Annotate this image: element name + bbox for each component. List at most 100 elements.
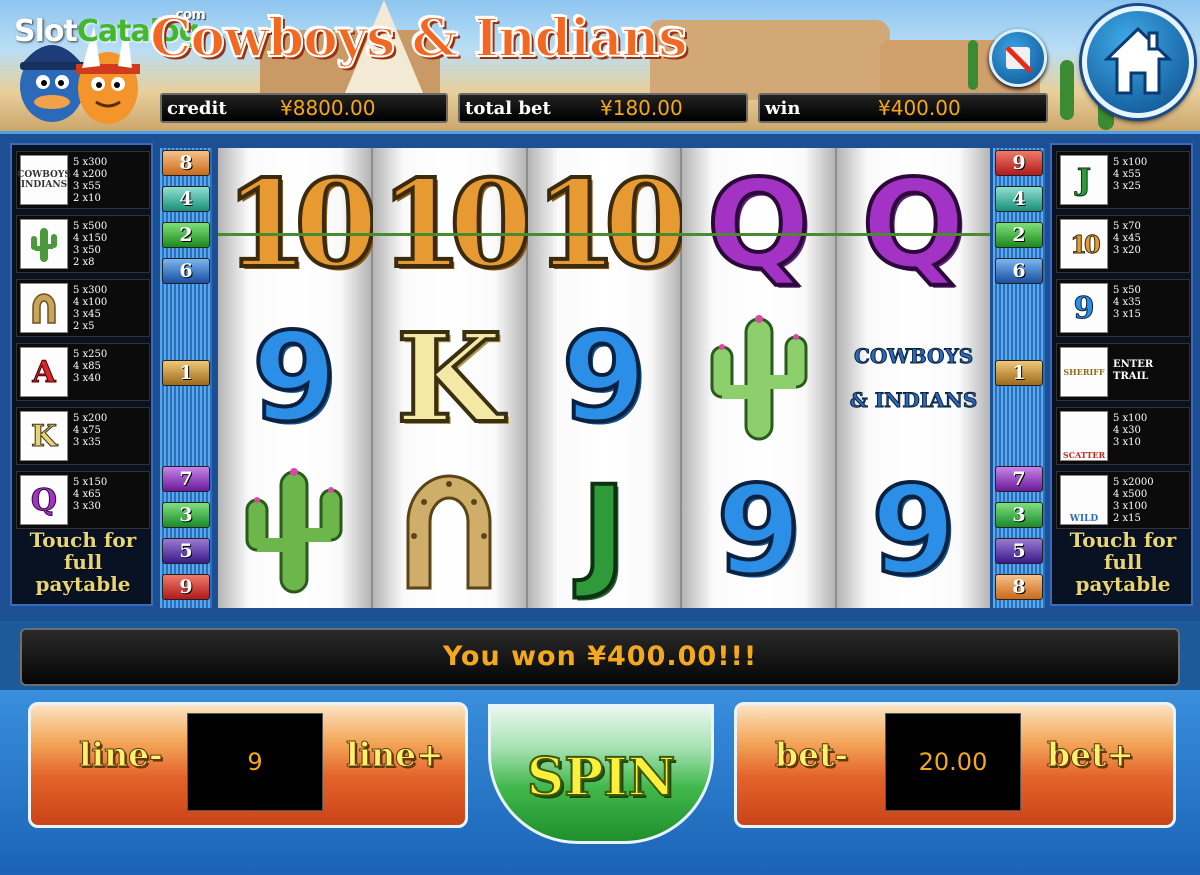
reel-symbol-ten: 10 <box>223 152 380 297</box>
paytable-pays: 5 x70 4 x45 3 x20 <box>1113 221 1141 256</box>
line-minus-button[interactable]: line- <box>79 735 164 775</box>
cactus-symbol <box>20 219 68 269</box>
payline-markers-left: 8 4 2 6 1 7 3 5 9 <box>160 148 212 608</box>
jack-symbol: J <box>1060 155 1108 205</box>
wild-symbol: WILD <box>1060 475 1108 525</box>
bet-value: 20.00 <box>885 713 1021 811</box>
paytable-pays: 5 x100 4 x30 3 x10 <box>1113 413 1148 448</box>
home-button[interactable] <box>1082 6 1194 118</box>
paytable-row: J 5 x100 4 x55 3 x25 <box>1056 151 1190 209</box>
paytable-row: SHERIFF ENTER TRAIL <box>1056 343 1190 401</box>
reel-1: 10 9 <box>218 148 380 608</box>
king-symbol: K <box>20 411 68 461</box>
reel-symbol-horseshoe <box>373 454 526 607</box>
payline-marker[interactable]: 5 <box>162 538 210 564</box>
scatter-symbol: SCATTER <box>1060 411 1108 461</box>
reel-symbol-ten: 10 <box>378 152 535 297</box>
paytable-pays: 5 x250 4 x85 3 x40 <box>73 349 108 384</box>
paytable-row: COWBOYS INDIANS 5 x300 4 x200 3 x55 2 x1… <box>16 151 150 209</box>
payline-marker[interactable]: 4 <box>162 186 210 212</box>
payline-marker[interactable]: 4 <box>995 186 1043 212</box>
touch-for-paytable-label[interactable]: Touch for full paytable <box>1056 529 1190 595</box>
spin-label: SPIN <box>526 746 677 809</box>
reel-3: 10 9 J <box>527 148 689 608</box>
paytable-row: K 5 x200 4 x75 3 x35 <box>16 407 150 465</box>
reel-4: Q 9 <box>682 148 838 608</box>
payline-marker[interactable]: 6 <box>162 258 210 284</box>
payline-marker[interactable]: 9 <box>995 150 1043 176</box>
reel-symbol-nine: 9 <box>250 305 339 451</box>
payline-marker[interactable]: 7 <box>995 466 1043 492</box>
payline-marker[interactable]: 1 <box>995 360 1043 386</box>
total-bet-value: ¥180.00 <box>600 96 683 120</box>
paytable-pays: ENTER TRAIL <box>1113 359 1154 382</box>
bet-plus-button[interactable]: bet+ <box>1047 735 1135 775</box>
cactus-icon <box>710 314 808 440</box>
paytable-row: WILD 5 x2000 4 x500 3 x100 2 x15 <box>1056 471 1190 529</box>
reel-symbol-ten: 10 <box>532 152 689 297</box>
win-value: ¥400.00 <box>878 96 961 120</box>
paytable-row: SCATTER 5 x100 4 x30 3 x10 <box>1056 407 1190 465</box>
payline-marker[interactable]: 6 <box>995 258 1043 284</box>
status-message: You won ¥400.00!!! <box>20 628 1180 686</box>
paytable-row: A 5 x250 4 x85 3 x40 <box>16 343 150 401</box>
payline-marker[interactable]: 2 <box>995 222 1043 248</box>
reel-symbol-cactus <box>218 454 371 607</box>
payline-marker[interactable]: 5 <box>995 538 1043 564</box>
credit-label: credit <box>167 97 227 119</box>
bet-panel: bet- 20.00 bet+ <box>734 702 1176 828</box>
lines-panel: line- 9 line+ <box>28 702 468 828</box>
credit-value: ¥8800.00 <box>280 96 376 120</box>
payline-marker[interactable]: 3 <box>162 502 210 528</box>
spin-button[interactable]: SPIN <box>488 704 714 844</box>
cowboys-indians-symbol: COWBOYS INDIANS <box>17 155 71 205</box>
payline-markers-right: 9 4 2 6 1 7 3 5 8 <box>993 148 1045 608</box>
cactus-decoration <box>1060 60 1074 120</box>
total-bet-label: total bet <box>465 97 551 119</box>
paytable-left[interactable]: COWBOYS INDIANS 5 x300 4 x200 3 x55 2 x1… <box>10 143 153 606</box>
cowboys-indians-logo-text: COWBOYS & INDIANS <box>849 343 978 412</box>
paytable-pays: 5 x50 4 x35 3 x15 <box>1113 285 1141 320</box>
horseshoe-icon <box>32 293 56 324</box>
ace-symbol: A <box>20 347 68 397</box>
sound-mute-button[interactable] <box>989 29 1047 87</box>
paytable-row: 10 5 x70 4 x45 3 x20 <box>1056 215 1190 273</box>
bet-minus-button[interactable]: bet- <box>774 735 848 775</box>
paytable-row: Q 5 x150 4 x65 3 x30 <box>16 471 150 529</box>
payline-marker[interactable]: 8 <box>162 150 210 176</box>
total-bet-display: total bet ¥180.00 <box>458 93 748 123</box>
paytable-pays: 5 x300 4 x100 3 x45 2 x5 <box>73 285 108 332</box>
ten-symbol: 10 <box>1060 219 1108 269</box>
reel-symbol-king: K <box>394 304 504 452</box>
payline-marker[interactable]: 9 <box>162 574 210 600</box>
home-icon <box>1103 26 1173 95</box>
paytable-row: 5 x500 4 x150 3 x50 2 x8 <box>16 215 150 273</box>
win-label: win <box>765 97 801 119</box>
paytable-pays: 5 x2000 4 x500 3 x100 2 x15 <box>1113 477 1154 524</box>
payline-marker[interactable]: 3 <box>995 502 1043 528</box>
payline-marker[interactable]: 7 <box>162 466 210 492</box>
reel-symbol-queen: Q <box>705 152 813 298</box>
payline-marker[interactable]: 2 <box>162 222 210 248</box>
cactus-icon <box>245 467 343 593</box>
game-title: Cowboys & Indians <box>149 7 689 70</box>
cactus-decoration <box>968 40 978 90</box>
reel-symbol-jack: J <box>579 458 628 604</box>
paytable-pays: 5 x200 4 x75 3 x35 <box>73 413 108 448</box>
win-display: win ¥400.00 <box>758 93 1048 123</box>
sheriff-badge-symbol: SHERIFF <box>1060 347 1108 397</box>
reel-2: 10 K <box>372 148 535 608</box>
reel-symbol-cactus <box>682 301 835 454</box>
reels-area: 10 9 10 K 10 9 J Q 9 Q COWBOYS & INDIANS… <box>218 148 990 608</box>
paytable-pays: 5 x300 4 x200 3 x55 2 x10 <box>73 157 108 204</box>
reel-5: Q COWBOYS & INDIANS 9 <box>837 148 990 608</box>
payline-marker[interactable]: 8 <box>995 574 1043 600</box>
payline-marker[interactable]: 1 <box>162 360 210 386</box>
reel-symbol-cowboys-indians: COWBOYS & INDIANS <box>837 301 990 454</box>
line-plus-button[interactable]: line+ <box>346 735 445 775</box>
touch-for-paytable-label[interactable]: Touch for full paytable <box>16 529 150 595</box>
paytable-row: 5 x300 4 x100 3 x45 2 x5 <box>16 279 150 337</box>
paytable-pays: 5 x500 4 x150 3 x50 2 x8 <box>73 221 108 268</box>
reel-symbol-nine: 9 <box>869 458 958 604</box>
paytable-right[interactable]: J 5 x100 4 x55 3 x25 10 5 x70 4 x45 3 x2… <box>1050 143 1193 606</box>
